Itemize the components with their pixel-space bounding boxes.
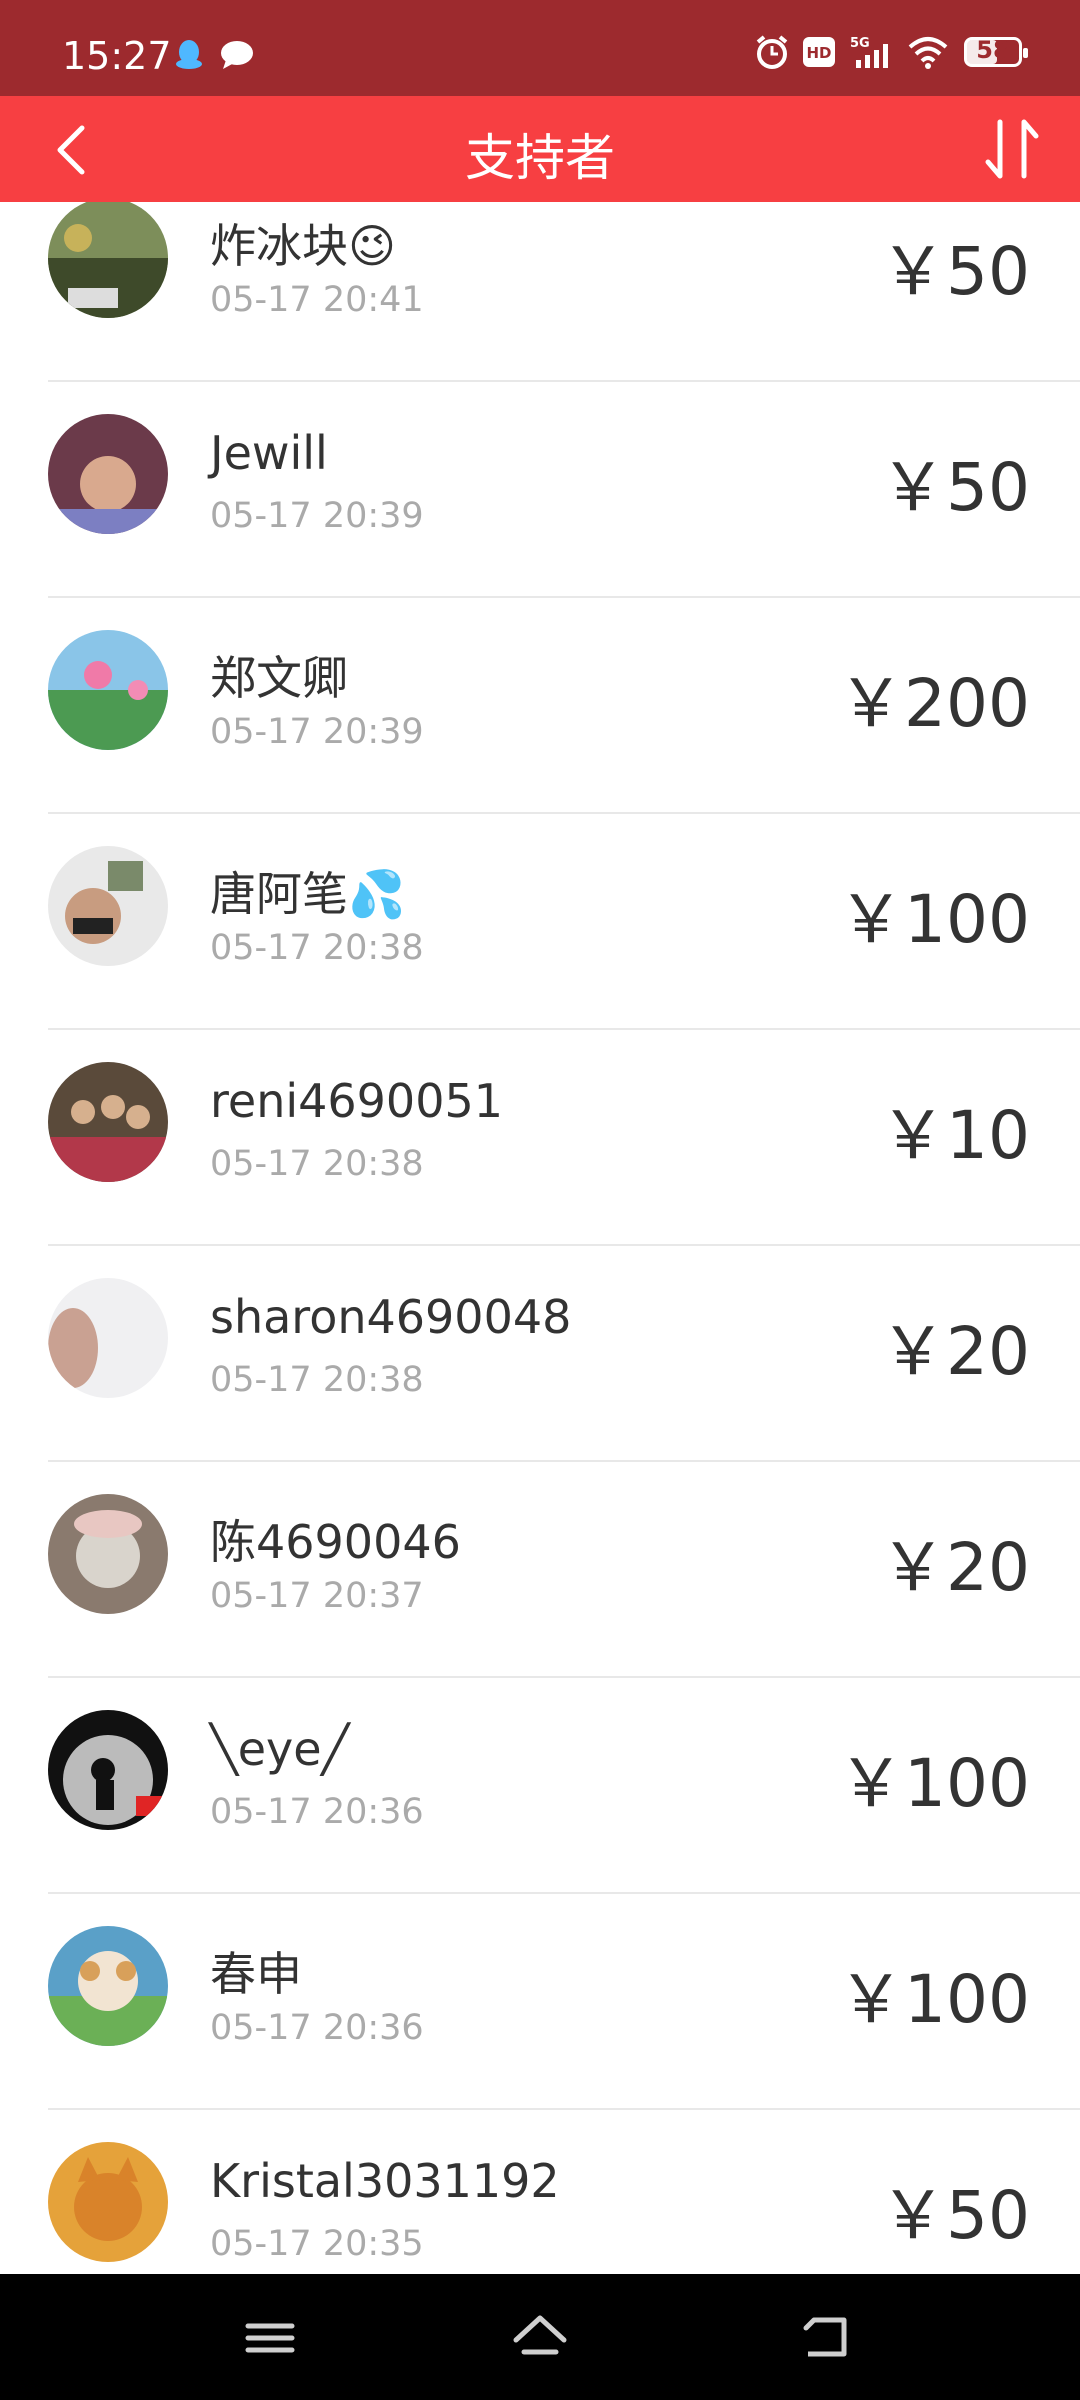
svg-text:5G: 5G (850, 36, 870, 51)
list-item[interactable]: Kristal3031192 05-17 20:35 ￥50 (0, 2128, 1080, 2274)
qq-notification-icon (176, 40, 202, 69)
list-item[interactable]: 炸冰块😉 05-17 20:41 ￥50 (0, 202, 1080, 400)
supporter-name: Kristal3031192 (210, 2154, 560, 2208)
message-notification-icon (221, 41, 253, 69)
divider (48, 1892, 1080, 1894)
support-time: 05-17 20:38 (210, 928, 424, 968)
avatar (48, 630, 168, 750)
list-item[interactable]: ╲eye╱ 05-17 20:36 ￥100 (0, 1696, 1080, 1912)
svg-text:HD: HD (806, 44, 831, 62)
avatar (48, 202, 168, 318)
hd-icon: HD (803, 37, 835, 67)
support-time: 05-17 20:36 (210, 2008, 424, 2048)
supporter-list[interactable]: 炸冰块😉 05-17 20:41 ￥50 Jewill 05-17 20:39 … (0, 202, 1080, 2274)
list-item[interactable]: 郑文卿 05-17 20:39 ￥200 (0, 616, 1080, 832)
support-amount: ￥20 (880, 1529, 1030, 1606)
signal-5g-icon: 5G (850, 36, 888, 68)
support-time: 05-17 20:38 (210, 1360, 424, 1400)
divider (48, 1460, 1080, 1462)
avatar (48, 1278, 168, 1398)
divider (48, 380, 1080, 382)
supporter-name: sharon4690048 (210, 1290, 572, 1344)
back-nav-icon[interactable] (796, 2310, 856, 2366)
support-time: 05-17 20:39 (210, 496, 424, 536)
divider (48, 1676, 1080, 1678)
supporter-name: 炸冰块😉 (210, 219, 396, 273)
wifi-icon (908, 37, 948, 69)
support-amount: ￥100 (838, 1961, 1030, 2038)
support-time: 05-17 20:41 (210, 280, 424, 320)
alarm-icon (756, 35, 788, 69)
avatar (48, 846, 168, 966)
support-amount: ￥200 (838, 665, 1030, 742)
support-time: 05-17 20:37 (210, 1576, 424, 1616)
list-item[interactable]: 陈4690046 05-17 20:37 ￥20 (0, 1480, 1080, 1696)
sort-icon[interactable] (974, 110, 1050, 190)
list-item[interactable]: sharon4690048 05-17 20:38 ￥20 (0, 1264, 1080, 1480)
page-title: 支持者 (465, 129, 615, 187)
support-time: 05-17 20:38 (210, 1144, 424, 1184)
avatar (48, 414, 168, 534)
supporter-name: 陈4690046 (210, 1515, 461, 1569)
list-item[interactable]: Jewill 05-17 20:39 ￥50 (0, 400, 1080, 616)
divider (48, 1028, 1080, 1030)
status-time: 15:27 (62, 34, 172, 78)
supporter-name: 郑文卿 (210, 651, 348, 705)
menu-icon[interactable] (240, 2310, 300, 2366)
support-amount: ￥100 (838, 1745, 1030, 1822)
list-item[interactable]: 唐阿笔💦 05-17 20:38 ￥100 (0, 832, 1080, 1048)
support-time: 05-17 20:35 (210, 2224, 424, 2264)
supporter-name: 春申 (210, 1947, 302, 2001)
list-item[interactable]: 春申 05-17 20:36 ￥100 (0, 1912, 1080, 2128)
support-amount: ￥100 (838, 881, 1030, 958)
status-bar: 15:27 HD 5G 58 (0, 0, 1080, 96)
divider (48, 596, 1080, 598)
support-amount: ￥50 (880, 233, 1030, 310)
supporter-name: 唐阿笔💦 (210, 867, 406, 921)
divider (48, 1244, 1080, 1246)
support-time: 05-17 20:39 (210, 712, 424, 752)
avatar (48, 1062, 168, 1182)
support-amount: ￥20 (880, 1313, 1030, 1390)
support-amount: ￥50 (880, 2177, 1030, 2254)
battery-level: 58 (976, 36, 1010, 64)
avatar (48, 2142, 168, 2262)
list-item[interactable]: reni4690051 05-17 20:38 ￥10 (0, 1048, 1080, 1264)
divider (48, 2108, 1080, 2110)
avatar (48, 1494, 168, 1614)
supporter-name: Jewill (210, 426, 328, 480)
battery-indicator: 58 (964, 36, 1028, 67)
home-icon[interactable] (510, 2310, 570, 2366)
avatar (48, 1926, 168, 2046)
supporter-name: ╲eye╱ (210, 1722, 350, 1776)
app-header: 支持者 (0, 96, 1080, 202)
system-navigation-bar (0, 2274, 1080, 2400)
avatar (48, 1710, 168, 1830)
support-time: 05-17 20:36 (210, 1792, 424, 1832)
support-amount: ￥10 (880, 1097, 1030, 1174)
supporter-name: reni4690051 (210, 1074, 504, 1128)
divider (48, 812, 1080, 814)
support-amount: ￥50 (880, 449, 1030, 526)
